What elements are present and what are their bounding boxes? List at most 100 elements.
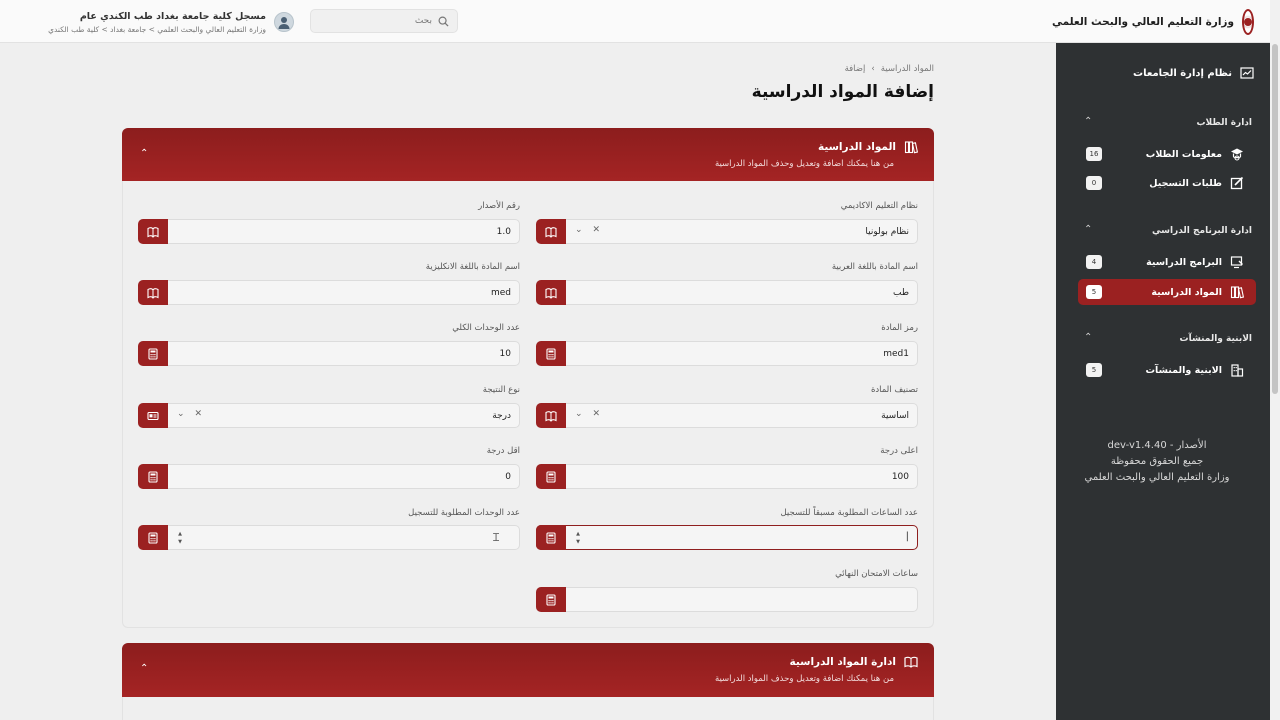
brand[interactable]: وزارة التعليم العالي والبحث العلمي	[1052, 8, 1254, 36]
calculator-icon[interactable]	[536, 587, 566, 612]
min-grade-label: اقل درجة	[486, 446, 520, 456]
calculator-icon[interactable]	[138, 341, 168, 366]
clear-icon[interactable]: ✕	[195, 409, 203, 419]
number-stepper[interactable]: ▲ ▼	[574, 530, 582, 546]
total-units-input[interactable]	[211, 345, 511, 363]
sidebar-item-buildings[interactable]: الابنية والمنشآت 5	[1078, 357, 1256, 383]
manage-subjects-card-header[interactable]: ادارة المواد الدراسية من هنا يمكنك اضافة…	[122, 643, 934, 697]
graduate-icon	[1230, 147, 1244, 161]
id-card-icon[interactable]	[138, 403, 168, 428]
sidebar-footer: الأصدار - dev-v1.4.40 جميع الحقوق محفوظة…	[1072, 438, 1242, 486]
sidebar-section-programs[interactable]: ادارة البرنامج الدراسي	[1152, 226, 1252, 236]
prereq-hours-field[interactable]: ▲ ▼ |	[536, 525, 918, 550]
calculator-icon[interactable]	[536, 464, 566, 489]
sidebar-item-label: البرامج الدراسية	[1146, 256, 1222, 268]
sidebar-item-label: المواد الدراسية	[1151, 286, 1222, 298]
max-grade-field[interactable]	[536, 464, 918, 489]
result-type-value[interactable]	[251, 407, 511, 425]
search-box[interactable]	[310, 9, 458, 33]
name-ar-input[interactable]	[609, 284, 909, 302]
final-exam-hours-input[interactable]	[609, 591, 909, 609]
clear-icon[interactable]: ✕	[593, 409, 601, 419]
card-title: المواد الدراسية	[817, 141, 896, 153]
name-en-input[interactable]	[211, 284, 511, 302]
name-en-label: اسم المادة باللغة الانكليزية	[425, 262, 520, 272]
scrollbar-thumb[interactable]	[1272, 44, 1278, 394]
final-exam-hours-field[interactable]	[536, 587, 918, 612]
classification-label: تصنيف المادة	[870, 385, 918, 395]
building-icon	[1230, 363, 1244, 377]
chevron-up-icon[interactable]: ⌃	[1084, 116, 1092, 127]
name-ar-field[interactable]	[536, 280, 918, 305]
code-field[interactable]	[536, 341, 918, 366]
brand-title: وزارة التعليم العالي والبحث العلمي	[1051, 16, 1234, 28]
classification-value[interactable]	[649, 407, 909, 425]
books-icon	[1230, 285, 1244, 299]
subjects-card-header[interactable]: المواد الدراسية من هنا يمكنك اضافة وتعدي…	[122, 128, 934, 182]
calculator-icon[interactable]	[536, 525, 566, 550]
card-title: ادارة المواد الدراسية	[789, 656, 896, 668]
sidebar-item-registration-requests[interactable]: طلبات التسجيل 0	[1078, 170, 1256, 196]
card-subtitle: من هنا يمكنك اضافة وتعديل وحذف المواد ال…	[714, 159, 894, 169]
number-stepper[interactable]: ▲ ▼	[176, 530, 184, 546]
card-subtitle: من هنا يمكنك اضافة وتعديل وحذف المواد ال…	[714, 674, 894, 684]
breadcrumb-parent[interactable]: المواد الدراسية	[881, 64, 934, 74]
sidebar-section-buildings[interactable]: الابنية والمنشآت	[1180, 334, 1252, 344]
required-units-input[interactable]	[211, 529, 511, 547]
book-icon[interactable]	[536, 403, 566, 428]
version-input[interactable]	[211, 223, 511, 241]
chevron-down-icon[interactable]: ⌄	[575, 409, 583, 419]
min-grade-input[interactable]	[211, 468, 511, 486]
chevron-down-icon[interactable]: ⌄	[177, 409, 185, 419]
avatar[interactable]	[274, 12, 294, 32]
count-badge: 5	[1086, 285, 1102, 299]
min-grade-field[interactable]	[138, 464, 520, 489]
final-exam-hours-label: ساعات الامتحان النهائي	[835, 569, 918, 579]
top-bar: مسجل كلية جامعة بغداد طب الكندي عام وزار…	[0, 0, 1056, 43]
book-icon[interactable]	[138, 219, 168, 244]
sidebar-item-label: طلبات التسجيل	[1149, 177, 1222, 189]
calculator-icon[interactable]	[138, 464, 168, 489]
result-type-select[interactable]: ⌄ ✕	[138, 403, 520, 428]
books-icon	[904, 140, 918, 154]
search-input[interactable]	[322, 16, 432, 26]
open-book-icon	[904, 655, 918, 669]
total-units-field[interactable]	[138, 341, 520, 366]
count-badge: 4	[1086, 255, 1102, 269]
chevron-up-icon[interactable]: ⌃	[1084, 332, 1092, 343]
book-icon[interactable]	[536, 280, 566, 305]
chevron-down-icon[interactable]: ⌄	[575, 225, 583, 235]
chart-icon	[1240, 66, 1254, 80]
classification-select[interactable]: ⌄ ✕	[536, 403, 918, 428]
search-icon[interactable]	[438, 12, 449, 31]
clear-icon[interactable]: ✕	[593, 225, 601, 235]
mouse-ibeam-cursor-icon: Ɪ	[493, 531, 500, 544]
chevron-up-icon[interactable]: ⌃	[140, 148, 148, 159]
chevron-up-icon[interactable]: ⌃	[140, 663, 148, 674]
max-grade-input[interactable]	[609, 468, 909, 486]
calculator-icon[interactable]	[138, 525, 168, 550]
sidebar-item-student-info[interactable]: معلومات الطلاب 16	[1078, 141, 1256, 167]
academic-system-label: نظام التعليم الاكاديمي	[840, 201, 918, 211]
book-icon[interactable]	[536, 219, 566, 244]
sidebar-home-link[interactable]: نظام إدارة الجامعات	[1133, 66, 1254, 80]
academic-system-select[interactable]: ⌄ ✕	[536, 219, 918, 244]
name-en-field[interactable]	[138, 280, 520, 305]
code-input[interactable]	[609, 345, 909, 363]
sidebar-item-study-programs[interactable]: البرامج الدراسية 4	[1078, 249, 1256, 275]
version-field[interactable]	[138, 219, 520, 244]
rights-text: جميع الحقوق محفوظة	[1110, 456, 1204, 467]
book-icon[interactable]	[138, 280, 168, 305]
user-profile[interactable]: مسجل كلية جامعة بغداد طب الكندي عام وزار…	[34, 8, 294, 36]
prereq-hours-input[interactable]	[609, 529, 909, 547]
breadcrumb: المواد الدراسية › إضافة	[760, 64, 934, 74]
total-units-label: عدد الوحدات الكلي	[452, 323, 520, 333]
academic-system-value[interactable]	[649, 223, 909, 241]
sidebar-section-students[interactable]: ادارة الطلاب	[1196, 118, 1252, 128]
sidebar-item-subjects[interactable]: المواد الدراسية 5	[1078, 279, 1256, 305]
page-scrollbar[interactable]	[1270, 0, 1280, 720]
required-units-field[interactable]: ▲ ▼	[138, 525, 520, 550]
calculator-icon[interactable]	[536, 341, 566, 366]
chevron-up-icon[interactable]: ⌃	[1084, 224, 1092, 235]
result-type-label: نوع النتيجة	[482, 385, 520, 395]
